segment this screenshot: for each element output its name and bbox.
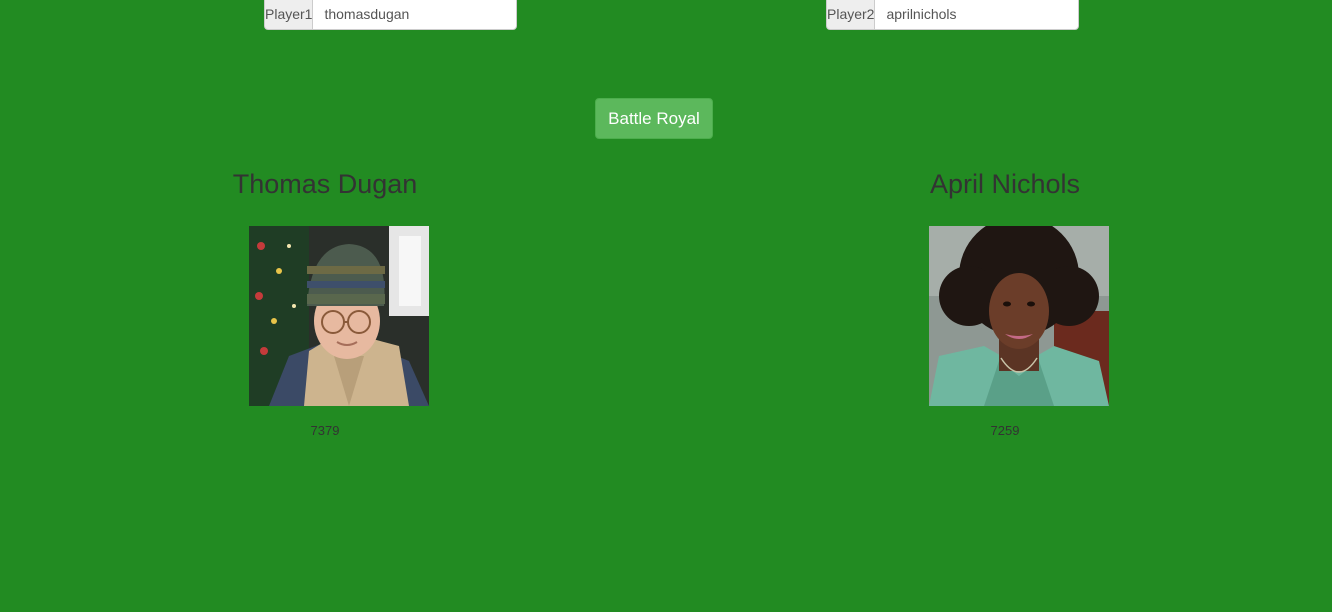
player1-avatar <box>249 226 429 406</box>
battle-royal-button[interactable]: Battle Royal <box>595 98 713 139</box>
player1-name: Thomas Dugan <box>232 169 418 199</box>
player2-name: April Nichols <box>929 169 1081 199</box>
player2-username-input[interactable] <box>874 0 1080 30</box>
player2-label: Player2 <box>826 0 875 30</box>
player2-avatar <box>929 226 1109 406</box>
player2-score: 7259 <box>990 423 1020 438</box>
player1-label: Player1 <box>264 0 313 30</box>
player1-username-input[interactable] <box>312 0 518 30</box>
player2-input-group: Player2 <box>826 0 1080 30</box>
player1-input-group: Player1 <box>264 0 518 30</box>
player1-score: 7379 <box>310 423 340 438</box>
